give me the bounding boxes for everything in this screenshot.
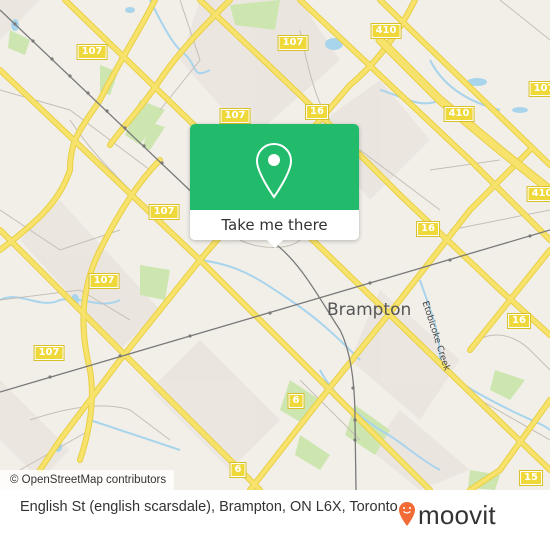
route-shield-6: 6 <box>229 462 247 478</box>
popup-pointer <box>267 240 283 248</box>
map-canvas[interactable]: 107 410 107 107 410 107 16 410 107 16 10… <box>0 0 550 550</box>
route-shield-16: 16 <box>507 313 531 329</box>
address-text: English St (english scarsdale), Brampton… <box>20 499 398 515</box>
take-me-there-button[interactable]: Take me there <box>190 210 359 240</box>
route-shield-410: 410 <box>526 186 550 202</box>
map-base <box>0 0 550 550</box>
place-label-brampton: Brampton <box>327 300 412 320</box>
moovit-pin-icon <box>398 501 416 531</box>
route-shield-107: 107 <box>33 345 65 361</box>
route-shield-107: 107 <box>528 81 550 97</box>
route-shield-16: 16 <box>305 104 329 120</box>
location-popup: Take me there <box>190 124 359 248</box>
moovit-logo[interactable]: moovit <box>398 500 496 531</box>
popup-header <box>190 124 359 210</box>
route-shield-107: 107 <box>76 44 108 60</box>
route-shield-107: 107 <box>277 35 309 51</box>
route-shield-16: 16 <box>416 221 440 237</box>
route-shield-410: 410 <box>443 106 475 122</box>
route-shield-107: 107 <box>148 204 180 220</box>
route-shield-410: 410 <box>370 23 402 39</box>
route-shield-107: 107 <box>219 108 251 124</box>
route-shield-15: 15 <box>519 470 543 486</box>
brand-name: moovit <box>418 500 496 530</box>
route-shield-107: 107 <box>88 273 120 289</box>
route-shield-6: 6 <box>287 393 305 409</box>
footer: English St (english scarsdale), Brampton… <box>0 490 550 550</box>
map-attribution[interactable]: © OpenStreetMap contributors <box>0 470 175 490</box>
map-pin-icon <box>254 141 294 205</box>
